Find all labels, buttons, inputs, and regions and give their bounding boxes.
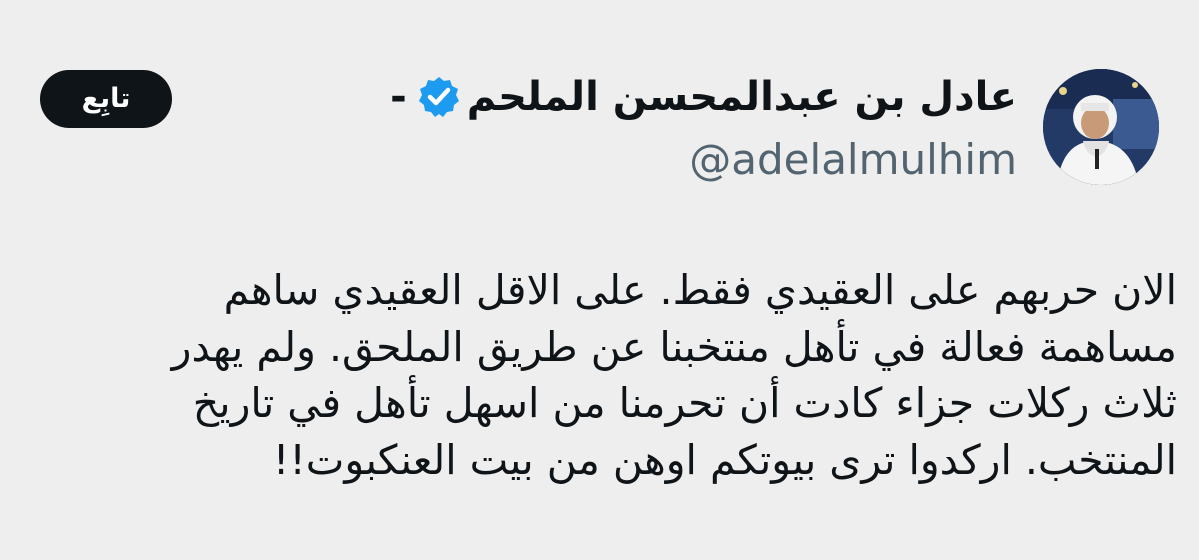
verified-badge-icon (418, 77, 459, 117)
author-info: عادل بن عبدالمحسن الملحم - @adelalmulhim (317, 66, 1017, 188)
follow-button[interactable]: تابِع (40, 70, 172, 128)
author-handle[interactable]: @adelalmulhim (317, 132, 1017, 188)
author-display-name[interactable]: عادل بن عبدالمحسن الملحم (467, 66, 1017, 128)
tweet-text-line: الان حربهم على العقيدي فقط. على الاقل ال… (223, 266, 1177, 314)
tweet-text-line: المنتخب. اركدوا ترى بيوتكم اوهن من بيت ا… (272, 435, 1177, 484)
tweet-text: الان حربهم على العقيدي فقط. على الاقل ال… (17, 262, 1177, 488)
avatar-photo-icon (1043, 69, 1159, 185)
tweet-card: عادل بن عبدالمحسن الملحم - @adelalmulhim… (0, 0, 1199, 560)
author-name-suffix: - (390, 74, 407, 120)
tweet-text-line: ثلاث ركلات جزاء كادت أن تحرمنا من اسهل ت… (192, 379, 1177, 428)
author-name-row: عادل بن عبدالمحسن الملحم - (317, 66, 1017, 128)
author-avatar[interactable] (1043, 69, 1159, 185)
tweet-text-line: مساهمة فعالة في تأهل منتخبنا عن طريق الم… (171, 322, 1177, 371)
